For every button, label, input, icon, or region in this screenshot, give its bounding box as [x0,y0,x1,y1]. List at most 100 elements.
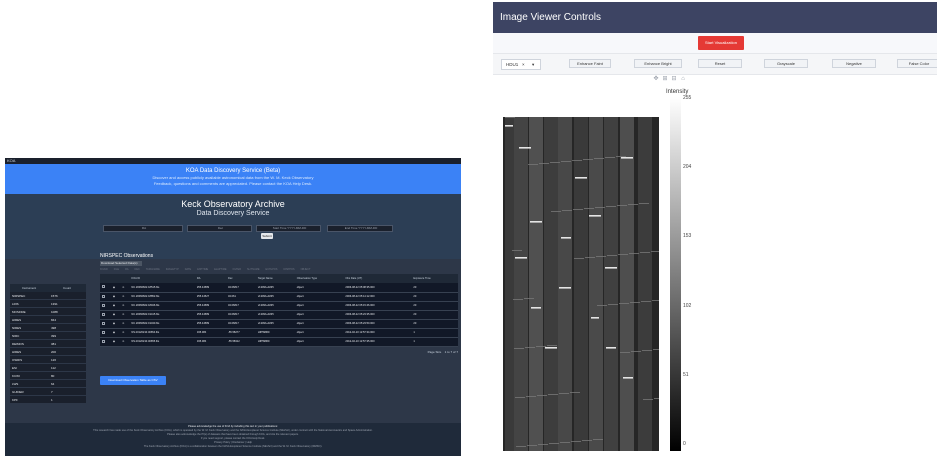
spectral-order [638,117,652,451]
chevron-down-icon[interactable]: ▾ [532,60,534,69]
instrument-row[interactable]: NIRES 498 [10,324,86,332]
instrument-row[interactable]: ESI 112 [10,364,86,372]
start-time-input[interactable]: Start Time YYYY-MM-DD [256,225,321,232]
eye-icon[interactable]: ◉ [111,310,120,319]
eye-icon[interactable]: ◉ [111,319,120,328]
table-row[interactable]: ◉ ⊙ NC.20060822.19415.fits 255.44589 43.0681… [100,310,458,319]
column-toggle[interactable]: RA [125,268,128,272]
negative-button[interactable]: Negative [832,59,876,68]
row-checkbox[interactable] [100,310,111,319]
observation-column-header[interactable]: KOA ID [129,274,194,283]
grayscale-button[interactable]: Grayscale [764,59,808,68]
observation-column-header[interactable] [111,274,120,283]
table-row[interactable]: ◉ ⊙ NC.20060822.18852.fits 255.44527 43.061 v… [100,292,458,301]
instrument-row[interactable]: MOSFIRE 1088 [10,308,86,316]
download-selected-button[interactable]: Download Selected Data(s) [100,261,142,266]
row-checkbox[interactable] [100,328,111,337]
end-time-input[interactable]: End Time YYYY-MM-DD [327,225,393,232]
column-toggle[interactable]: FILTER [233,268,241,272]
observation-cell: NC.20060822.18946.fits [131,304,160,307]
instrument-row[interactable]: NIRC 399 [10,332,86,340]
download-csv-button[interactable]: Download Observation Table as CSV [100,376,166,385]
instrument-row[interactable]: HIRES 200 [10,348,86,356]
instrument-name: OSIRIS [12,358,23,362]
column-toggle[interactable]: TARGNAME [146,268,160,272]
sky-line [584,208,594,209]
table-row[interactable]: ◉ ⊙ NS.20120210.46655.fits 195.084 -55.58312… [100,337,458,346]
table-row[interactable]: ◉ ⊙ NS.20120210.46654.fits 195.084 -55.58277… [100,328,458,337]
zoom-out-icon[interactable]: ⊟ [671,76,677,82]
eye-icon[interactable]: ◉ [111,292,120,301]
detector-image[interactable] [503,117,659,451]
link-icon[interactable]: ⊙ [120,328,129,337]
row-checkbox[interactable] [100,337,111,346]
row-checkbox[interactable] [100,292,111,301]
emission-line [530,221,542,223]
observation-column-header[interactable]: Exposure Time [411,274,453,283]
observation-column-header[interactable]: Observation Type [295,274,344,283]
submit-button[interactable]: Submit [261,233,273,239]
observation-column-header[interactable]: Obs Date (UT) [343,274,411,283]
image-plot-area[interactable]: ✥ ⊞ ⊟ ⌂ Intensity 255 204 153 102 51 0 [493,75,711,458]
link-icon[interactable]: ⊙ [120,283,129,292]
column-toggle[interactable]: EXPTIME [197,268,208,272]
link-icon[interactable]: ⊙ [120,301,129,310]
observation-column-header[interactable] [120,274,129,283]
instrument-row[interactable]: OSIRIS 126 [10,356,86,364]
start-visualization-button[interactable]: Start Visualization [698,36,744,50]
observation-column-header[interactable]: RA [195,274,226,283]
sky-line [618,254,628,255]
instrument-row[interactable]: KPF 1 [10,396,86,404]
column-toggle[interactable]: DEC [135,268,140,272]
dec-input[interactable]: Dec [187,225,252,232]
observation-column-header[interactable] [100,274,111,283]
home-icon[interactable]: ⌂ [680,76,686,82]
ra-input[interactable]: RA [103,225,183,232]
column-toggle[interactable]: OBJECT [301,268,311,272]
row-checkbox[interactable] [100,301,111,310]
instrument-row[interactable]: HIRES 844 [10,316,86,324]
table-row[interactable]: ◉ ⊙ NC.20060822.18515.fits 255.44589 43.0681… [100,283,458,292]
enhance-faint-button[interactable]: Enhance Faint [569,59,611,68]
table-row[interactable]: ◉ ⊙ NC.20060822.18946.fits 255.44589 43.0681… [100,301,458,310]
page-size-label[interactable]: Page Size [428,350,442,354]
link-icon[interactable]: ⊙ [120,337,129,346]
observation-column-header[interactable]: Target Name [256,274,295,283]
instrument-row[interactable]: LWS 64 [10,380,86,388]
column-toggle[interactable]: SLITNAME [247,268,260,272]
column-toggle[interactable]: FILE [114,268,119,272]
column-toggle[interactable]: IMAGETYP [166,268,179,272]
column-toggle[interactable]: DATE [185,268,191,272]
eye-icon[interactable]: ◉ [111,301,120,310]
column-toggle[interactable]: ELAPTIME [214,268,226,272]
observation-column-header[interactable] [454,274,458,283]
link-icon[interactable]: ⊙ [120,319,129,328]
zoom-in-icon[interactable]: ⊞ [662,76,668,82]
link-icon[interactable]: ⊙ [120,292,129,301]
eye-icon[interactable]: ◉ [111,328,120,337]
image-viewer-controls: Image Viewer Controls Start Visualizatio… [493,2,937,458]
hdu-select[interactable]: HDU1 × ▾ [501,59,541,70]
eye-icon[interactable]: ◉ [111,337,120,346]
column-toggle[interactable]: DISPPOS [283,268,294,272]
observation-column-header[interactable]: Dec [226,274,256,283]
move-icon[interactable]: ✥ [653,76,659,82]
instrument-name: HIRES [12,318,22,322]
instrument-row[interactable]: DEIMOS 381 [10,340,86,348]
link-icon[interactable]: ⊙ [120,310,129,319]
row-checkbox[interactable] [100,283,111,292]
enhance-bright-button[interactable]: Enhance Bright [634,59,682,68]
clear-icon[interactable]: × [522,60,525,69]
false-color-button[interactable]: False Color [897,59,937,68]
column-toggle[interactable]: KOAID [100,268,108,272]
row-checkbox[interactable] [100,319,111,328]
instrument-row[interactable]: KCWI 80 [10,372,86,380]
instrument-name: DEIMOS [12,342,24,346]
table-row[interactable]: ◉ ⊙ NC.20060822.19430.fits 255.44589 43.0681… [100,319,458,328]
instrument-row[interactable]: LRIS 1391 [10,300,86,308]
eye-icon[interactable]: ◉ [111,283,120,292]
reset-button[interactable]: Reset [698,59,742,68]
instrument-row[interactable]: GUIDER 7 [10,388,86,396]
column-toggle[interactable]: ECHLPOS [266,268,278,272]
instrument-row[interactable]: NIRSPEC 1576 [10,292,86,300]
